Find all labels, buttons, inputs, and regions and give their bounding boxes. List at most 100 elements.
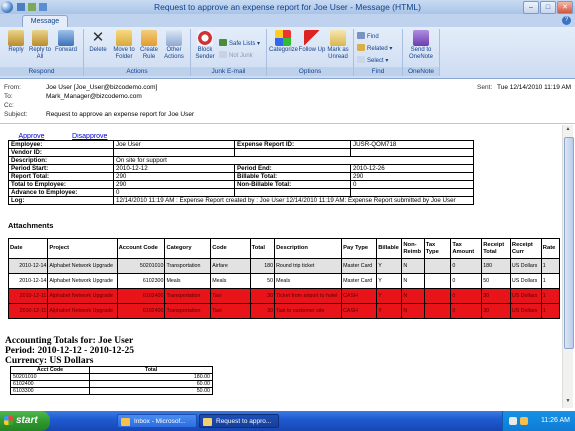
table-cell: N <box>401 303 425 319</box>
related-button[interactable]: Related ▾ <box>357 44 392 53</box>
accounting-period: Period: 2010-12-12 - 2010-12-25 <box>5 346 135 356</box>
advance-label: Advance to Employee: <box>8 188 114 197</box>
mark-as-unread-button[interactable]: Mark as Unread <box>324 30 352 61</box>
forward-icon <box>58 30 74 46</box>
windows-logo-icon <box>4 416 13 425</box>
maximize-button[interactable]: □ <box>540 1 556 14</box>
table-cell <box>423 288 452 304</box>
billable-total-value: 290 <box>350 172 474 181</box>
block-sender-icon <box>197 30 213 46</box>
cc-label: Cc: <box>4 102 14 109</box>
report-id-value: JUSR-QOM718 <box>350 140 474 149</box>
table-cell: 50 <box>481 273 511 289</box>
taskbar-item-message[interactable]: Request to appro... <box>199 414 279 428</box>
find-button[interactable]: Find <box>357 32 379 41</box>
table-cell: 180.00 <box>89 373 213 381</box>
table-cell: 30 <box>249 303 276 319</box>
table-cell: Round trip ticket <box>274 258 343 274</box>
send-to-onenote-button[interactable]: Send to OneNote <box>406 30 436 61</box>
move-to-folder-button[interactable]: Move to Folder <box>110 30 138 61</box>
table-cell: Taxi <box>210 288 251 304</box>
delete-button[interactable]: ✕ Delete <box>84 30 112 54</box>
column-header: Tax Type <box>423 238 452 259</box>
table-cell: 50 <box>249 273 276 289</box>
column-header: Description <box>274 238 343 259</box>
outlook-icon <box>121 418 130 426</box>
accounting-title: Accounting Totals for: Joe User <box>5 336 134 346</box>
reply-icon <box>8 30 24 46</box>
to-value[interactable]: Mark_Manager@bizcodemo.com <box>46 93 142 100</box>
not-junk-button[interactable]: Not Junk <box>219 51 253 60</box>
binoculars-icon <box>357 32 365 39</box>
create-rule-button[interactable]: Create Rule <box>135 30 163 61</box>
table-cell: Y <box>376 273 403 289</box>
safe-lists-button[interactable]: Safe Lists ▾ <box>219 39 260 48</box>
envelope-icon <box>330 30 346 46</box>
vertical-scrollbar[interactable]: ▲ ▼ <box>562 125 574 408</box>
clock: 11:26 AM <box>540 417 570 424</box>
table-cell: 2010-12-11 <box>7 288 49 304</box>
vendor-label: Vendor ID: <box>8 148 114 157</box>
other-actions-button[interactable]: Other Actions <box>160 30 188 61</box>
column-header: Code <box>210 238 251 259</box>
from-value[interactable]: Joe User [Joe_User@bizcodemo.com] <box>46 84 157 91</box>
table-cell: 6102300 <box>116 273 166 289</box>
minimize-button[interactable]: – <box>523 1 539 14</box>
group-label-junk-email: Junk E-mail <box>191 67 266 76</box>
help-icon[interactable]: ? <box>562 16 571 25</box>
table-row: 2010-12-14 Alphabet Network Upgrade 610230… <box>7 273 561 289</box>
table-cell: Transportation <box>164 258 212 274</box>
table-cell: Meals <box>274 273 343 289</box>
vendor-value <box>113 148 235 157</box>
group-respond: Reply Reply to All Forward Respond <box>0 29 84 76</box>
table-cell: Transportation <box>164 288 212 304</box>
non-billable-total-label: Non-Billable Total: <box>234 180 351 189</box>
subject-label: Subject: <box>4 111 28 118</box>
select-button[interactable]: Select ▾ <box>357 56 388 65</box>
sent-label: Sent: <box>477 84 493 91</box>
table-cell: 2010-12-14 <box>7 273 49 289</box>
sent-value: Tue 12/14/2010 11:19 AM <box>497 84 572 91</box>
scrollbar-thumb[interactable] <box>564 137 574 349</box>
group-actions: ✕ Delete Move to Folder Create Rule Other… <box>84 29 191 76</box>
table-cell: Master Card <box>341 273 378 289</box>
message-body: Approve Disapprove Employee: Joe User Expe… <box>4 125 561 408</box>
period-end-value: 2010-12-26 <box>350 164 474 173</box>
security-icon[interactable] <box>520 417 528 425</box>
follow-up-button[interactable]: Follow Up <box>298 30 326 54</box>
scroll-down-icon[interactable]: ▼ <box>564 398 572 407</box>
start-button[interactable]: start <box>0 411 50 431</box>
to-label: To: <box>4 93 13 100</box>
table-cell: Alphabet Network Upgrade <box>47 288 118 304</box>
forward-button[interactable]: Forward <box>52 30 80 54</box>
column-header: Date <box>7 238 49 259</box>
block-sender-button[interactable]: Block Sender <box>191 30 219 61</box>
column-header: Pay Type <box>341 238 378 259</box>
column-header: Receipt Total <box>481 238 511 259</box>
categorize-button[interactable]: Categorize <box>269 30 298 54</box>
total-to-employee-value: 290 <box>113 180 235 189</box>
group-label-options: Options <box>267 67 353 76</box>
table-row: 6103300 50.00 <box>10 387 213 395</box>
group-junk-email: Block Sender Safe Lists ▾ Not Junk Junk … <box>191 29 267 76</box>
advance-value: 0 <box>113 188 235 197</box>
network-icon[interactable] <box>509 417 517 425</box>
group-label-onenote: OneNote <box>403 67 439 76</box>
column-header: Account Code <box>116 238 166 259</box>
approve-link[interactable]: Approve <box>19 133 45 140</box>
reply-all-button[interactable]: Reply to All <box>26 30 54 61</box>
attachments-heading: Attachments <box>8 221 54 230</box>
period-start-label: Period Start: <box>8 164 114 173</box>
scroll-up-icon[interactable]: ▲ <box>564 126 572 135</box>
table-cell: 0 <box>450 258 483 274</box>
taskbar-item-inbox[interactable]: Inbox - Microsof... <box>117 414 197 428</box>
table-cell: 1 <box>540 288 561 304</box>
table-cell: 50201010 <box>116 258 166 274</box>
safe-lists-icon <box>219 39 227 46</box>
group-label-respond: Respond <box>0 67 83 76</box>
close-button[interactable]: ✕ <box>557 1 573 14</box>
billable-total-label: Billable Total: <box>234 172 351 181</box>
disapprove-link[interactable]: Disapprove <box>72 133 107 140</box>
table-cell: 2010-12-11 <box>7 303 49 319</box>
column-header: Category <box>164 238 212 259</box>
